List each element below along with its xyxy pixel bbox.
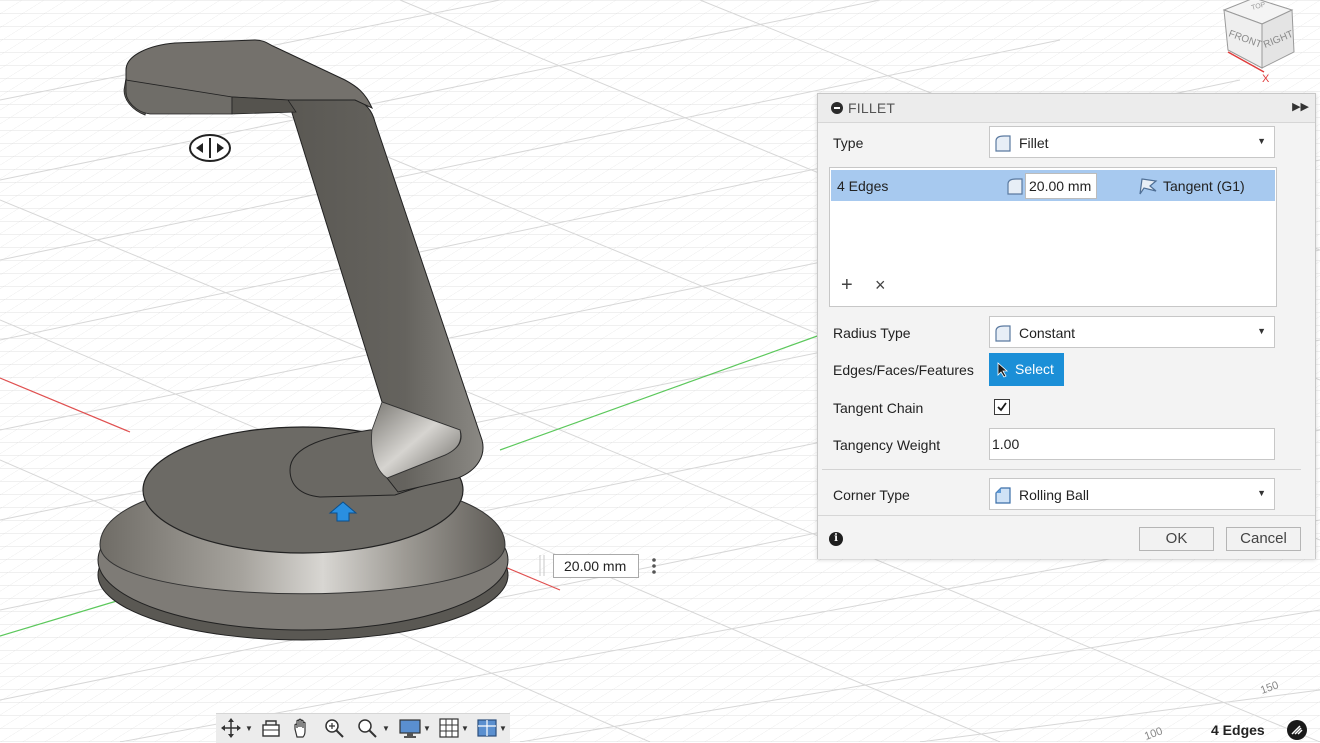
- orbit-badge-icon[interactable]: [189, 134, 231, 162]
- display-caret-icon[interactable]: ▼: [423, 724, 431, 733]
- viewports-caret-icon[interactable]: ▼: [499, 724, 507, 733]
- dialog-header: FILLET ▶▶: [818, 94, 1315, 123]
- orbit-icon[interactable]: [220, 717, 242, 739]
- chevron-down-icon: ▼: [1257, 136, 1266, 146]
- manipulator-input-box: [537, 552, 669, 579]
- rolling-ball-icon: [995, 487, 1011, 504]
- fillet-dialog: FILLET ▶▶ Type Fillet ▼ 4 Edges Tangent …: [817, 93, 1316, 559]
- edge-set-label: 4 Edges: [837, 178, 889, 194]
- type-dropdown[interactable]: Fillet ▼: [989, 126, 1275, 158]
- viewports-icon[interactable]: [476, 717, 498, 739]
- collapse-icon[interactable]: [831, 102, 843, 114]
- corner-type-dropdown[interactable]: Rolling Ball ▼: [989, 478, 1275, 510]
- tangency-weight-label: Tangency Weight: [833, 437, 941, 453]
- continuity-label[interactable]: Tangent (G1): [1163, 178, 1245, 194]
- zoom-icon[interactable]: [323, 717, 345, 739]
- drag-grip-icon[interactable]: [537, 552, 547, 579]
- radius-icon: [1007, 178, 1023, 195]
- corner-type-label: Corner Type: [833, 487, 910, 503]
- ok-button[interactable]: OK: [1139, 527, 1214, 551]
- remove-edge-set-button[interactable]: ×: [875, 275, 886, 295]
- selection-count-status: 4 Edges: [1211, 722, 1265, 738]
- chevron-down-icon: ▼: [1257, 326, 1266, 336]
- fit-icon[interactable]: [356, 717, 378, 739]
- more-options-icon[interactable]: [650, 555, 658, 577]
- radius-type-label: Radius Type: [833, 325, 911, 341]
- fit-caret-icon[interactable]: ▼: [382, 724, 390, 733]
- radius-type-value: Constant: [1019, 325, 1076, 341]
- type-value: Fillet: [1019, 135, 1049, 151]
- dialog-title: FILLET: [848, 100, 896, 116]
- radius-type-dropdown[interactable]: Constant ▼: [989, 316, 1275, 348]
- edges-faces-features-label: Edges/Faces/Features: [833, 362, 974, 378]
- tangent-continuity-icon[interactable]: [1138, 176, 1160, 196]
- fillet-icon: [995, 135, 1011, 152]
- cancel-button[interactable]: Cancel: [1226, 527, 1301, 551]
- tangent-chain-checkbox[interactable]: [994, 399, 1010, 415]
- pan-icon[interactable]: [290, 717, 312, 739]
- tangency-weight-input[interactable]: [989, 428, 1275, 460]
- dialog-footer: i OK Cancel: [818, 515, 1315, 559]
- tangent-chain-label: Tangent Chain: [833, 400, 924, 416]
- navigation-toolbar: ▼ ▼ ▼ ▼ ▼: [216, 713, 510, 743]
- edge-set-row[interactable]: 4 Edges Tangent (G1): [831, 170, 1275, 201]
- add-edge-set-button[interactable]: +: [841, 275, 853, 295]
- corner-type-value: Rolling Ball: [1019, 487, 1090, 503]
- notification-icon[interactable]: [1287, 720, 1307, 740]
- edge-radius-input[interactable]: [1025, 173, 1097, 199]
- cursor-arrow-icon: [997, 362, 1009, 378]
- manipulator-radius-input[interactable]: [553, 554, 639, 578]
- info-icon[interactable]: i: [829, 532, 843, 546]
- checkmark-icon: [997, 402, 1007, 412]
- constant-radius-icon: [995, 325, 1011, 342]
- look-at-icon[interactable]: [260, 717, 282, 739]
- type-label: Type: [833, 135, 864, 151]
- orbit-caret-icon[interactable]: ▼: [245, 724, 253, 733]
- grid-settings-icon[interactable]: [438, 717, 460, 739]
- viewcube-x-label: X: [1262, 73, 1270, 85]
- select-button[interactable]: Select: [989, 353, 1064, 386]
- chevron-down-icon: ▼: [1257, 488, 1266, 498]
- divider: [822, 469, 1301, 470]
- display-settings-icon[interactable]: [398, 717, 422, 739]
- viewcube[interactable]: FRONT RIGHT TOP X: [1214, 0, 1320, 86]
- edge-selection-list[interactable]: 4 Edges Tangent (G1) + ×: [829, 167, 1277, 307]
- select-button-label: Select: [1015, 361, 1054, 377]
- expand-panel-icon[interactable]: ▶▶: [1292, 100, 1309, 113]
- grid-caret-icon[interactable]: ▼: [461, 724, 469, 733]
